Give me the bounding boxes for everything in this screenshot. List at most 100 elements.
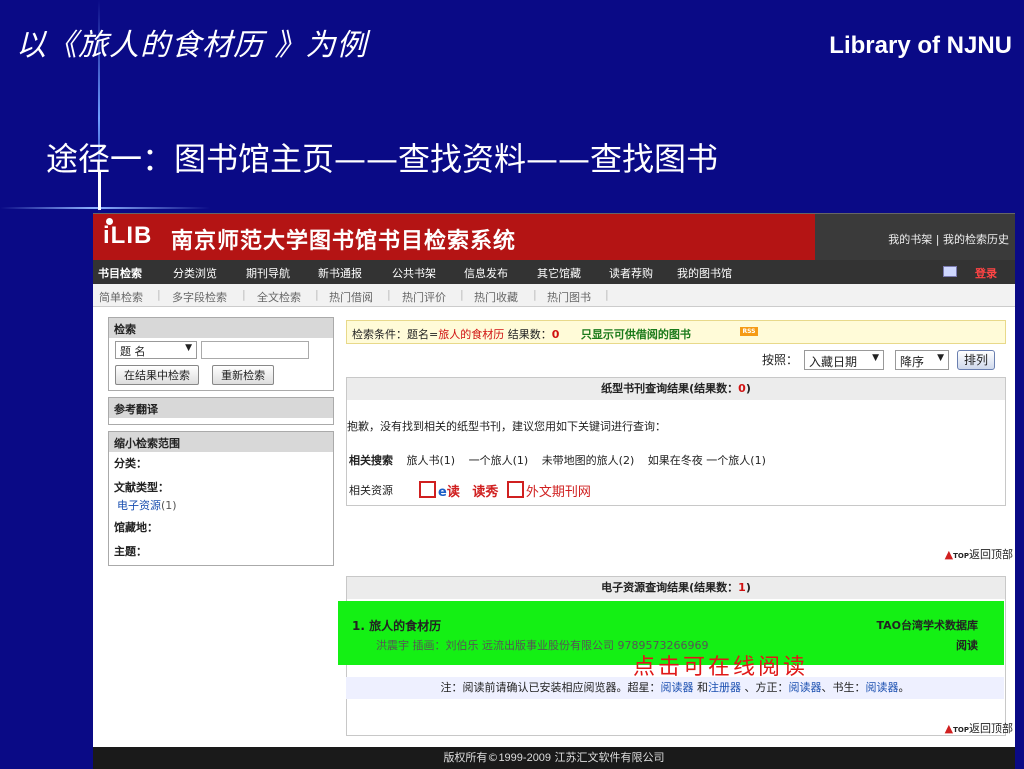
nav-item-other-collections[interactable]: 其它馆藏 (537, 265, 581, 281)
login-card-icon: . (943, 266, 957, 277)
e-du-logo[interactable]: e读 (419, 481, 460, 500)
sort-order-value: 降序 (900, 355, 925, 369)
doctype-electronic-link[interactable]: 电子资源(1) (109, 497, 333, 513)
chaoxing-register-link[interactable]: 注册器 (708, 681, 741, 694)
sort-by-select[interactable]: 入藏日期 ▼ (804, 350, 884, 370)
related-keyword[interactable]: 如果在冬夜 一个旅人(1) (648, 454, 766, 467)
header-user-links[interactable]: 我的书架 | 我的检索历史 (888, 231, 1009, 247)
electronic-title-suffix: ) (745, 581, 751, 594)
search-in-results-button[interactable]: 在结果中检索 (115, 365, 199, 385)
login-link[interactable]: 登录 (975, 265, 997, 281)
rss-icon[interactable]: RSS (740, 327, 758, 336)
field-select[interactable]: 题 名 ▼ (115, 341, 197, 359)
sort-by-value: 入藏日期 (809, 355, 858, 369)
subnav-separator: | (242, 288, 246, 301)
related-keyword[interactable]: 未带地图的旅人(2) (542, 454, 635, 467)
subnav-separator: | (157, 288, 161, 301)
subnav-hot-review[interactable]: 热门评价 (402, 289, 446, 305)
chevron-down-icon: ▼ (185, 343, 192, 353)
footer-years: 1999-2009 (498, 752, 552, 764)
subnav-simple-search[interactable]: 简单检索 (99, 289, 143, 305)
chaoxing-reader-link[interactable]: 阅读器 (661, 681, 694, 694)
related-keyword[interactable]: 一个旅人(1) (469, 454, 529, 467)
e-du-text: 读 (446, 485, 460, 500)
related-keyword[interactable]: 旅人书(1) (407, 454, 456, 467)
search-condition-bar: 检索条件：题名=旅人的食材历 结果数：0 只显示可供借阅的图书 RSS (346, 320, 1006, 344)
main-nav: 书目检索 分类浏览 期刊导航 新书通报 公共书架 信息发布 其它馆藏 读者荐购 … (93, 260, 1015, 284)
sort-order-select[interactable]: 降序 ▼ (895, 350, 949, 370)
sort-button[interactable]: 排列 (957, 350, 996, 370)
opac-header: iLIB 南京师范大学图书馆书目检索系统 我的书架 | 我的检索历史 (93, 214, 1015, 260)
research-button[interactable]: 重新检索 (212, 365, 275, 385)
related-resources-label: 相关资源 (349, 484, 393, 497)
note-period: 。 (898, 681, 910, 694)
narrow-box: 缩小检索范围 分类： 文献类型： 电子资源(1) 馆藏地： 主题： (108, 431, 334, 566)
note-and: 和 (693, 681, 708, 694)
foreign-journals-text: 外文期刊网 (525, 485, 591, 500)
footer-company: 江苏汇文软件有限公司 (551, 751, 665, 764)
subnav-fulltext[interactable]: 全文检索 (257, 289, 301, 305)
subnav-separator: | (533, 288, 537, 301)
nav-item-journals[interactable]: 期刊导航 (246, 265, 290, 281)
related-search-row: 相关搜索 旅人书(1) 一个旅人(1) 未带地图的旅人(2) 如果在冬夜 一个旅… (349, 452, 776, 468)
foreign-journals-logo[interactable]: 外文期刊网 (506, 481, 591, 500)
nav-item-public-shelf[interactable]: 公共书架 (392, 265, 436, 281)
footer-prefix: 版权所有© (443, 751, 499, 764)
result-title-link[interactable]: 1. 旅人的食材历 (352, 617, 441, 634)
subnav-separator: | (387, 288, 391, 301)
reference-box-header: 参考翻译 (109, 398, 333, 418)
arrow-up-icon: ▲ (944, 548, 954, 561)
reader-note: 注：阅读前请确认已安装相应阅览器。超星：阅读器 和注册器 、方正：阅读器、书生：… (346, 677, 1004, 699)
condition-term: 旅人的食材历 (438, 328, 505, 341)
shusheng-reader-link[interactable]: 阅读器 (866, 681, 899, 694)
duxiu-logo[interactable]: 读秀 (472, 485, 498, 500)
related-search-label: 相关搜索 (349, 454, 393, 467)
reference-box: 参考翻译 (108, 397, 334, 425)
note-fangzheng: 、方正： (741, 681, 789, 694)
nav-item-my-library[interactable]: 我的图书馆 (677, 265, 732, 281)
paper-back-to-top[interactable]: ▲TOP返回顶部 (945, 546, 1013, 562)
slide-brand: Library of NJNU (829, 32, 1012, 59)
copyright-footer: 版权所有©1999-2009 江苏汇文软件有限公司 (93, 747, 1015, 769)
slide-subtitle: 途径一：图书馆主页——查找资料——查找图书 (46, 140, 719, 178)
subnav-hot-borrow[interactable]: 热门借阅 (329, 289, 373, 305)
note-prefix: 注：阅读前请确认已安装相应阅览器。超星： (440, 681, 661, 694)
system-title: 南京师范大学图书馆书目检索系统 (171, 229, 517, 254)
slide-decor-line (0, 207, 210, 209)
back-to-top-text: 返回顶部 (969, 548, 1013, 561)
read-online-link[interactable]: 阅读 (956, 637, 978, 653)
chevron-down-icon: ▼ (937, 353, 944, 363)
electronic-back-to-top[interactable]: ▲TOP返回顶部 (945, 720, 1013, 736)
subnav-separator: | (460, 288, 464, 301)
nav-item-classification[interactable]: 分类浏览 (173, 265, 217, 281)
doctype-value: 电子资源 (117, 499, 161, 512)
top-tag: TOP (953, 552, 969, 560)
paper-results-header: 纸型书刊查询结果(结果数：0) (347, 378, 1005, 400)
opac-window: iLIB 南京师范大学图书馆书目检索系统 我的书架 | 我的检索历史 书目检索 … (93, 213, 1015, 769)
related-resources-logos: e读 读秀 外文期刊网 (419, 481, 591, 500)
subnav-hot-fav[interactable]: 热门收藏 (474, 289, 518, 305)
electronic-title-prefix: 电子资源查询结果(结果数： (601, 581, 739, 594)
condition-count-label: 结果数： (504, 328, 552, 341)
paper-title-prefix: 纸型书刊查询结果(结果数： (601, 382, 739, 395)
subnav-multi-field[interactable]: 多字段检索 (172, 289, 227, 305)
nav-item-recommend[interactable]: 读者荐购 (609, 265, 653, 281)
paper-count: 0 (738, 382, 746, 395)
only-lendable-link[interactable]: 只显示可供借阅的图书 (581, 328, 691, 341)
sort-label: 按照： (762, 353, 799, 367)
narrow-box-header: 缩小检索范围 (109, 432, 333, 452)
e-du-letter: e (438, 485, 447, 500)
slide-title: 以《旅人的食材历 》为例 (16, 28, 368, 63)
duxiu-text: 读秀 (472, 485, 499, 500)
subnav-hot-books[interactable]: 热门图书 (547, 289, 591, 305)
top-tag: TOP (953, 726, 969, 734)
nav-item-news[interactable]: 信息发布 (464, 265, 508, 281)
search-input[interactable] (201, 341, 309, 359)
fangzheng-reader-link[interactable]: 阅读器 (789, 681, 822, 694)
nav-item-new-books[interactable]: 新书通报 (318, 265, 362, 281)
result-database: TAO台湾学术数据库 (876, 619, 978, 632)
doctype-label: 文献类型： (114, 481, 169, 494)
paper-title-suffix: ) (745, 382, 751, 395)
location-label: 馆藏地： (114, 521, 158, 534)
nav-item-catalog-search[interactable]: 书目检索 (98, 265, 142, 281)
